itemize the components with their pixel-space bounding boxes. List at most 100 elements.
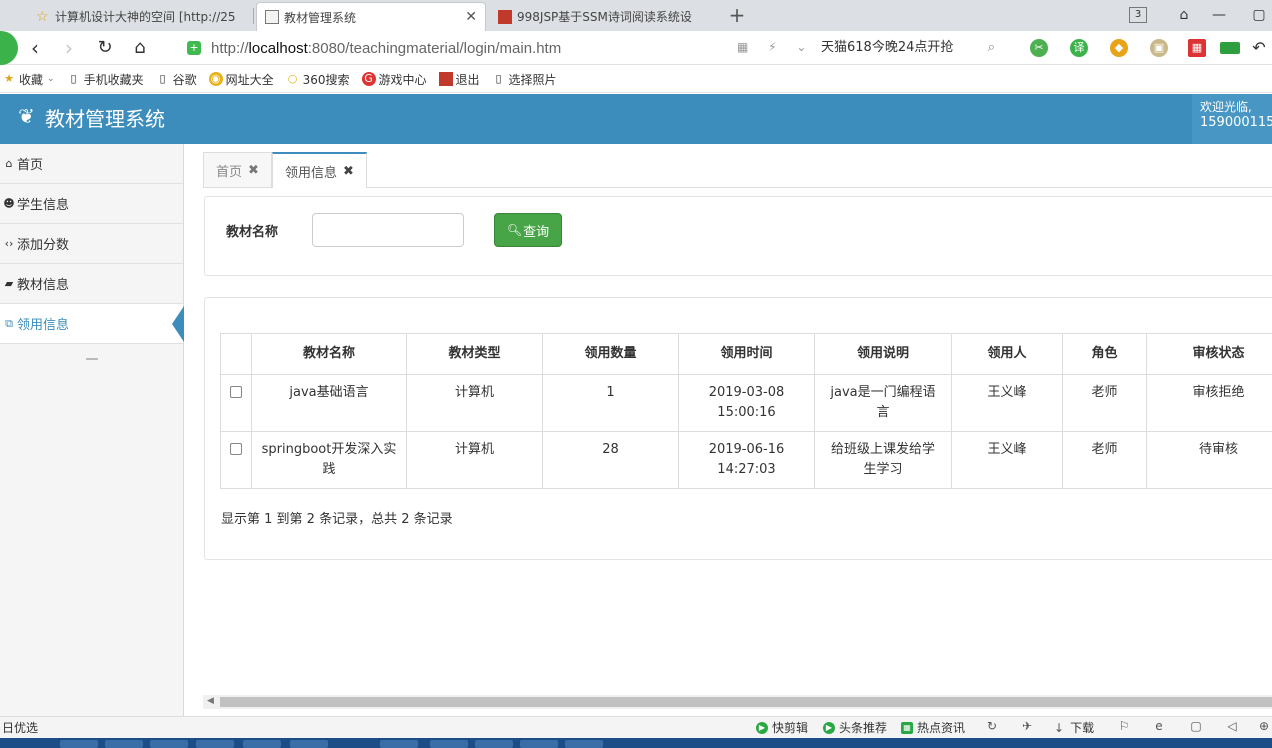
extension-icon[interactable]: ▣ [1150, 39, 1168, 57]
cell-qty: 28 [542, 431, 679, 489]
status-left-text[interactable]: 日优选 [2, 719, 38, 736]
app-header: ❦ 教材管理系统 欢迎光临, 159000115 [0, 94, 1272, 144]
new-tab-button[interactable]: + [725, 3, 749, 27]
zoom-icon[interactable]: ⊕ [1256, 719, 1272, 733]
scroll-left-icon[interactable]: ◀ [207, 696, 214, 706]
globe-icon: ◉ [208, 72, 223, 86]
bookmark-mobile[interactable]: ▯ 手机收藏夹 [67, 71, 144, 88]
back-button[interactable]: ‹ [22, 35, 48, 61]
taskbar-app[interactable] [520, 740, 558, 748]
cell-desc: 给班级上课发给学生学习 [814, 431, 952, 489]
taskbar-app[interactable] [475, 740, 513, 748]
bookmark-exit[interactable]: 退出 [438, 71, 480, 88]
row-checkbox[interactable] [230, 443, 242, 455]
scissors-icon[interactable]: ✂ [1030, 39, 1048, 57]
column-header[interactable]: 审核状态 [1146, 333, 1272, 375]
pin-icon[interactable]: ✈ [1019, 719, 1035, 733]
undo-icon[interactable]: ↶ [1250, 39, 1268, 57]
chevron-down-icon: ⌄ [47, 74, 55, 84]
flag-icon[interactable]: ⚐ [1116, 719, 1132, 733]
sidebar-item-materials[interactable]: ▰ 教材信息 [0, 264, 183, 304]
close-icon[interactable]: ✖ [248, 163, 259, 178]
taskbar-app[interactable] [60, 740, 98, 748]
code-icon: ‹› [4, 237, 14, 250]
window-icon[interactable]: ▢ [1188, 719, 1204, 733]
select-column-header [220, 333, 252, 375]
close-tab-icon[interactable]: ✕ [465, 9, 477, 25]
search-box[interactable]: 天猫618今晚24点开抢 ⌕ [815, 35, 1005, 61]
bookmark-hao[interactable]: ◉ 网址大全 [208, 71, 274, 88]
sidebar-collapse-handle[interactable] [85, 358, 98, 360]
browser-tab-1[interactable]: ☆ 计算机设计大神的空间 [http://25 [28, 2, 250, 31]
page-icon: ▯ [159, 72, 166, 85]
taskbar-app[interactable] [430, 740, 468, 748]
bookmark-photos[interactable]: ▯ 选择照片 [492, 71, 557, 88]
volume-icon[interactable]: ◁ [1224, 719, 1240, 733]
row-checkbox[interactable] [230, 386, 242, 398]
translate-icon[interactable]: 译 [1070, 39, 1088, 57]
refresh-icon[interactable]: ↻ [984, 719, 1000, 733]
column-header[interactable]: 教材名称 [251, 333, 407, 375]
forward-button[interactable]: › [56, 35, 82, 61]
phone-icon: ▯ [70, 72, 77, 85]
home-button[interactable]: ⌂ [127, 35, 153, 61]
browser-edge-icon[interactable]: e [1151, 719, 1167, 733]
reload-button[interactable]: ↻ [92, 35, 118, 61]
browser-tab-3[interactable]: 998JSP基于SSM诗词阅读系统设 [490, 2, 718, 31]
shirt-icon[interactable]: ⌂ [1172, 4, 1196, 26]
shield-icon[interactable]: ◆ [1110, 39, 1128, 57]
bookmark-google[interactable]: ▯ 谷歌 [156, 71, 197, 88]
maximize-button[interactable]: ▢ [1247, 4, 1271, 26]
bookmark-favorites[interactable]: ★ 收藏 ⌄ [2, 71, 55, 88]
user-welcome[interactable]: 欢迎光临, 159000115 [1192, 94, 1272, 144]
page-favicon-icon [498, 9, 512, 24]
cell-name: springboot开发深入实践 [251, 431, 407, 489]
cell-status: 待审核 [1146, 431, 1272, 489]
minimize-button[interactable]: — [1207, 4, 1231, 26]
status-item-headlines[interactable]: ▶ 头条推荐 [823, 719, 887, 736]
bookmark-games[interactable]: G 游戏中心 [361, 71, 427, 88]
tab-home[interactable]: 首页 ✖ [203, 152, 272, 187]
url-field[interactable]: + http://localhost:8080/teachingmaterial… [183, 35, 813, 61]
scrollbar-thumb[interactable] [220, 697, 1272, 707]
search-button[interactable]: 🔍︎ 查询 [494, 213, 562, 247]
status-item-download[interactable]: ↓ 下载 [1054, 719, 1094, 736]
material-name-input[interactable] [312, 213, 464, 247]
browser-tab-bar: ☆ 计算机设计大神的空间 [http://25 教材管理系统 ✕ 998JSP基… [0, 0, 1272, 31]
browser-tab-2[interactable]: 教材管理系统 ✕ [256, 2, 486, 31]
taskbar-app[interactable] [290, 740, 328, 748]
sidebar-item-students[interactable]: ☻ 学生信息 [0, 184, 183, 224]
taskbar-app[interactable] [196, 740, 234, 748]
column-header[interactable]: 领用说明 [814, 333, 952, 375]
close-icon[interactable]: ✖ [343, 164, 354, 179]
taskbar-app[interactable] [565, 740, 603, 748]
tab-count-badge[interactable]: 3 [1129, 7, 1147, 23]
apps-grid-icon[interactable]: ▦ [1188, 39, 1206, 57]
page-favicon-icon [265, 10, 279, 24]
taskbar-app[interactable] [105, 740, 143, 748]
url-tools-icon[interactable]: ▦ ⚡ ⌄ [737, 40, 814, 54]
welcome-text: 欢迎光临, [1200, 100, 1252, 114]
column-header[interactable]: 领用时间 [678, 333, 815, 375]
status-item-news[interactable]: ▦ 热点资讯 [901, 719, 965, 736]
column-header[interactable]: 领用人 [951, 333, 1063, 375]
sidebar-item-home[interactable]: ⌂ 首页 [0, 144, 183, 184]
taskbar-app[interactable] [380, 740, 418, 748]
status-item-clip[interactable]: ▶ 快剪辑 [756, 719, 808, 736]
download-icon: ↓ [1054, 720, 1065, 735]
search-panel: 教材名称 🔍︎ 查询 [204, 196, 1272, 276]
taskbar-app[interactable] [243, 740, 281, 748]
table-row[interactable]: java基础语言 计算机 1 2019-03-08 15:00:16 java是… [220, 374, 1272, 432]
bookmark-360search[interactable]: ○ 360搜索 [286, 71, 350, 88]
column-header[interactable]: 角色 [1062, 333, 1147, 375]
sidebar-item-add-score[interactable]: ‹› 添加分数 [0, 224, 183, 264]
sidebar-item-requisition[interactable]: ⧉ 领用信息 [0, 304, 184, 344]
column-header[interactable]: 教材类型 [406, 333, 543, 375]
taskbar-app[interactable] [150, 740, 188, 748]
horizontal-scrollbar[interactable]: ◀ [203, 695, 1272, 709]
column-header[interactable]: 领用数量 [542, 333, 679, 375]
search-icon[interactable]: ⌕ [988, 35, 995, 61]
table-row[interactable]: springboot开发深入实践 计算机 28 2019-06-16 14:27… [220, 431, 1272, 489]
tab-requisition[interactable]: 领用信息 ✖ [272, 152, 367, 188]
search-label: 教材名称 [226, 225, 279, 240]
